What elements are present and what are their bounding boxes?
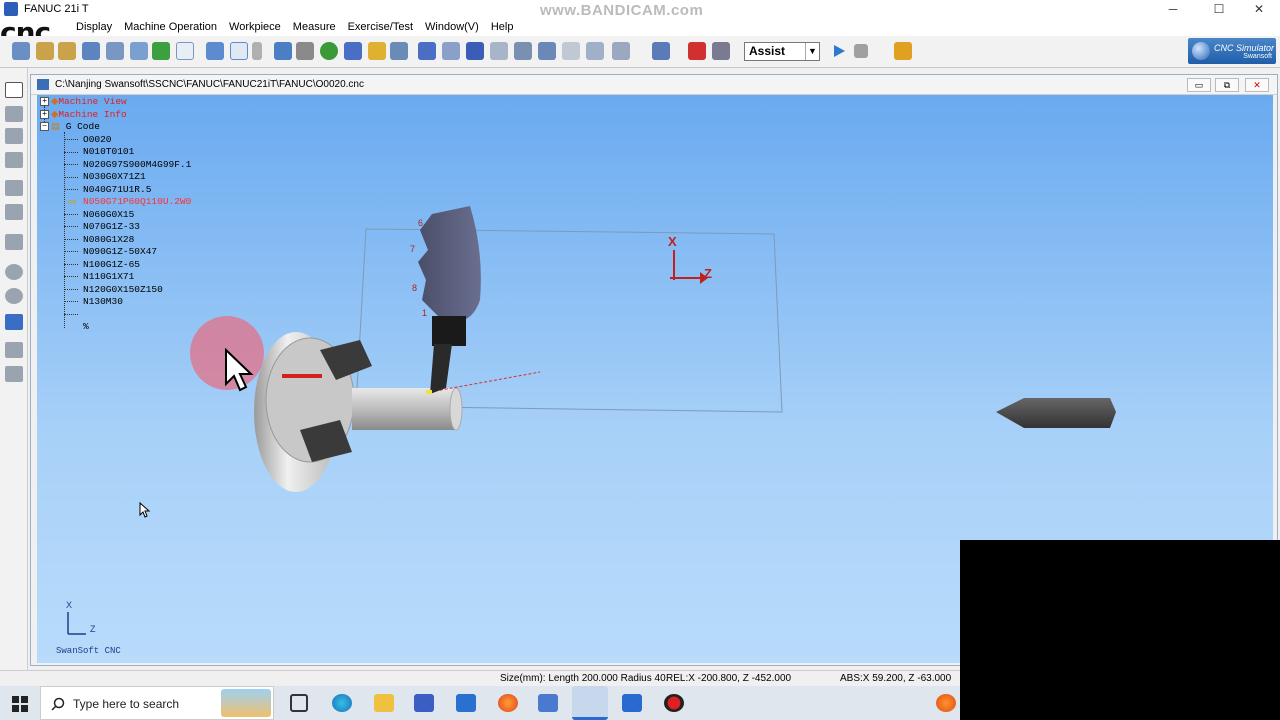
- gcode-line[interactable]: N070G1Z-33: [83, 221, 140, 232]
- turret-label-7: 7: [410, 244, 416, 254]
- status-size: Size(mm): Length 200.000 Radius 40.: [500, 673, 669, 684]
- gcode-line[interactable]: N040G71U1R.5: [83, 184, 151, 195]
- tree-node-machine-view[interactable]: + ◆Machine View: [40, 96, 127, 107]
- search-icon: [51, 697, 65, 711]
- current-line-arrow-icon: ⇨: [68, 197, 78, 209]
- notification-icon[interactable]: [936, 694, 956, 712]
- gcode-line[interactable]: O0020: [83, 134, 112, 145]
- swansoft-icon[interactable]: [538, 694, 558, 712]
- corner-axis-z-label: Z: [90, 624, 96, 634]
- tree-node-machine-info[interactable]: + ◆Machine Info: [40, 109, 127, 120]
- corner-axis-x-label: X: [66, 600, 73, 610]
- turret-label-6: 6: [418, 218, 424, 228]
- search-highlight-image: [221, 689, 271, 717]
- workpiece-end: [449, 387, 463, 431]
- task-view-icon[interactable]: [290, 694, 308, 712]
- tree-node-g-code[interactable]: − ▤ G Code: [40, 121, 100, 132]
- tailstock-center: [996, 398, 1116, 428]
- axis-z-label: Z: [704, 266, 712, 281]
- status-rel: REL:X -200.800, Z -452.000: [666, 673, 792, 684]
- taskbar-search-box[interactable]: Type here to search: [40, 686, 274, 720]
- turret-label-8: 8: [412, 283, 418, 293]
- gcode-line[interactable]: N020G97S900M4G99F.1: [83, 159, 191, 170]
- windows-taskbar: Type here to search: [0, 686, 960, 720]
- cutting-tool: [430, 344, 452, 394]
- mouse-cursor-icon: [225, 348, 254, 392]
- gcode-line[interactable]: N100G1Z-65: [83, 259, 140, 270]
- tool-turret: [418, 206, 481, 322]
- bandicam-record-icon[interactable]: [664, 694, 684, 712]
- gcode-line[interactable]: N130M30: [83, 296, 123, 307]
- viewport-footer: SwanSoft CNC: [56, 646, 121, 656]
- expand-icon[interactable]: +: [40, 96, 49, 106]
- mail-icon[interactable]: [456, 694, 476, 712]
- windows-start-icon[interactable]: [12, 696, 28, 712]
- store-icon[interactable]: [414, 694, 434, 712]
- search-placeholder: Type here to search: [73, 697, 180, 711]
- collapse-icon[interactable]: −: [40, 121, 49, 131]
- chuck-mark: [282, 374, 322, 378]
- gcode-line[interactable]: N120G0X150Z150: [83, 284, 163, 295]
- photos-icon[interactable]: [622, 694, 642, 712]
- gcode-line[interactable]: N110G1X71: [83, 271, 134, 282]
- gcode-line[interactable]: N030G0X71Z1: [83, 171, 146, 182]
- black-overlay: [960, 540, 1280, 720]
- gcode-line[interactable]: N090G1Z-50X47: [83, 246, 157, 257]
- status-bar: Size(mm): Length 200.000 Radius 40. REL:…: [0, 670, 960, 686]
- cnc-app-taskbar-icon[interactable]: [572, 686, 608, 720]
- gcode-line[interactable]: N080G1X28: [83, 234, 134, 245]
- edge-icon[interactable]: [332, 694, 352, 712]
- work-envelope: [355, 228, 783, 413]
- tool-holder: [432, 316, 466, 346]
- turret-label-1: 1: [422, 308, 428, 318]
- gcode-line[interactable]: %: [83, 321, 89, 332]
- small-cursor-icon: [139, 502, 151, 518]
- expand-icon[interactable]: +: [40, 109, 49, 119]
- axis-x-label: X: [668, 234, 677, 249]
- status-abs: ABS:X 59.200, Z -63.000: [840, 673, 952, 684]
- file-explorer-icon[interactable]: [374, 694, 394, 712]
- gcode-line[interactable]: N010T0101: [83, 146, 134, 157]
- gcode-line[interactable]: N060G0X15: [83, 209, 134, 220]
- workpiece: [352, 388, 456, 430]
- firefox-icon[interactable]: [498, 694, 518, 712]
- tool-tip: [426, 390, 432, 394]
- gcode-line-current[interactable]: N050G71P60Q110U.2W0: [83, 196, 191, 207]
